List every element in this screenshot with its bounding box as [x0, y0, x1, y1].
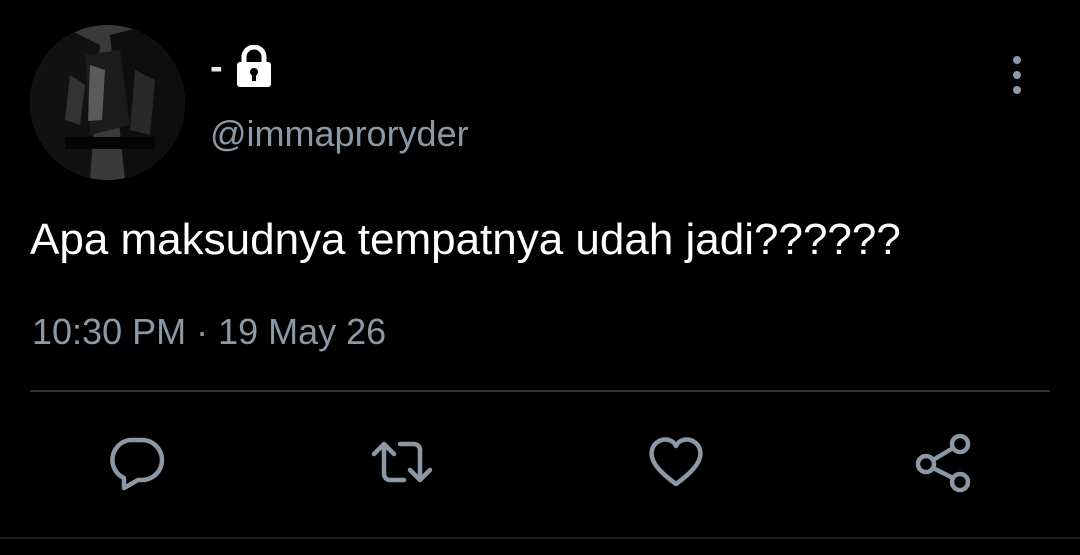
- retweet-icon[interactable]: [370, 430, 434, 494]
- divider: [30, 390, 1050, 392]
- user-handle[interactable]: @immaproryder: [210, 112, 469, 156]
- share-icon[interactable]: [912, 430, 976, 494]
- tweet-time[interactable]: 10:30 PM: [32, 311, 186, 352]
- tweet-timestamp: 10:30 PM · 19 May 26: [32, 310, 386, 354]
- lock-icon: [233, 44, 275, 89]
- reply-icon[interactable]: [104, 430, 168, 494]
- avatar[interactable]: [30, 25, 185, 180]
- bottom-divider: [0, 537, 1080, 539]
- display-name[interactable]: -: [210, 48, 223, 86]
- tweet-detail: - @immaproryder Apa maksudnya tempatnya …: [0, 0, 1080, 555]
- display-name-row: -: [210, 42, 275, 92]
- meta-separator: ·: [196, 311, 209, 352]
- heart-icon[interactable]: [644, 430, 708, 494]
- tweet-date[interactable]: 19 May 26: [218, 311, 386, 352]
- tweet-text: Apa maksudnya tempatnya udah jadi??????: [30, 215, 901, 264]
- more-vertical-icon[interactable]: [1000, 52, 1034, 100]
